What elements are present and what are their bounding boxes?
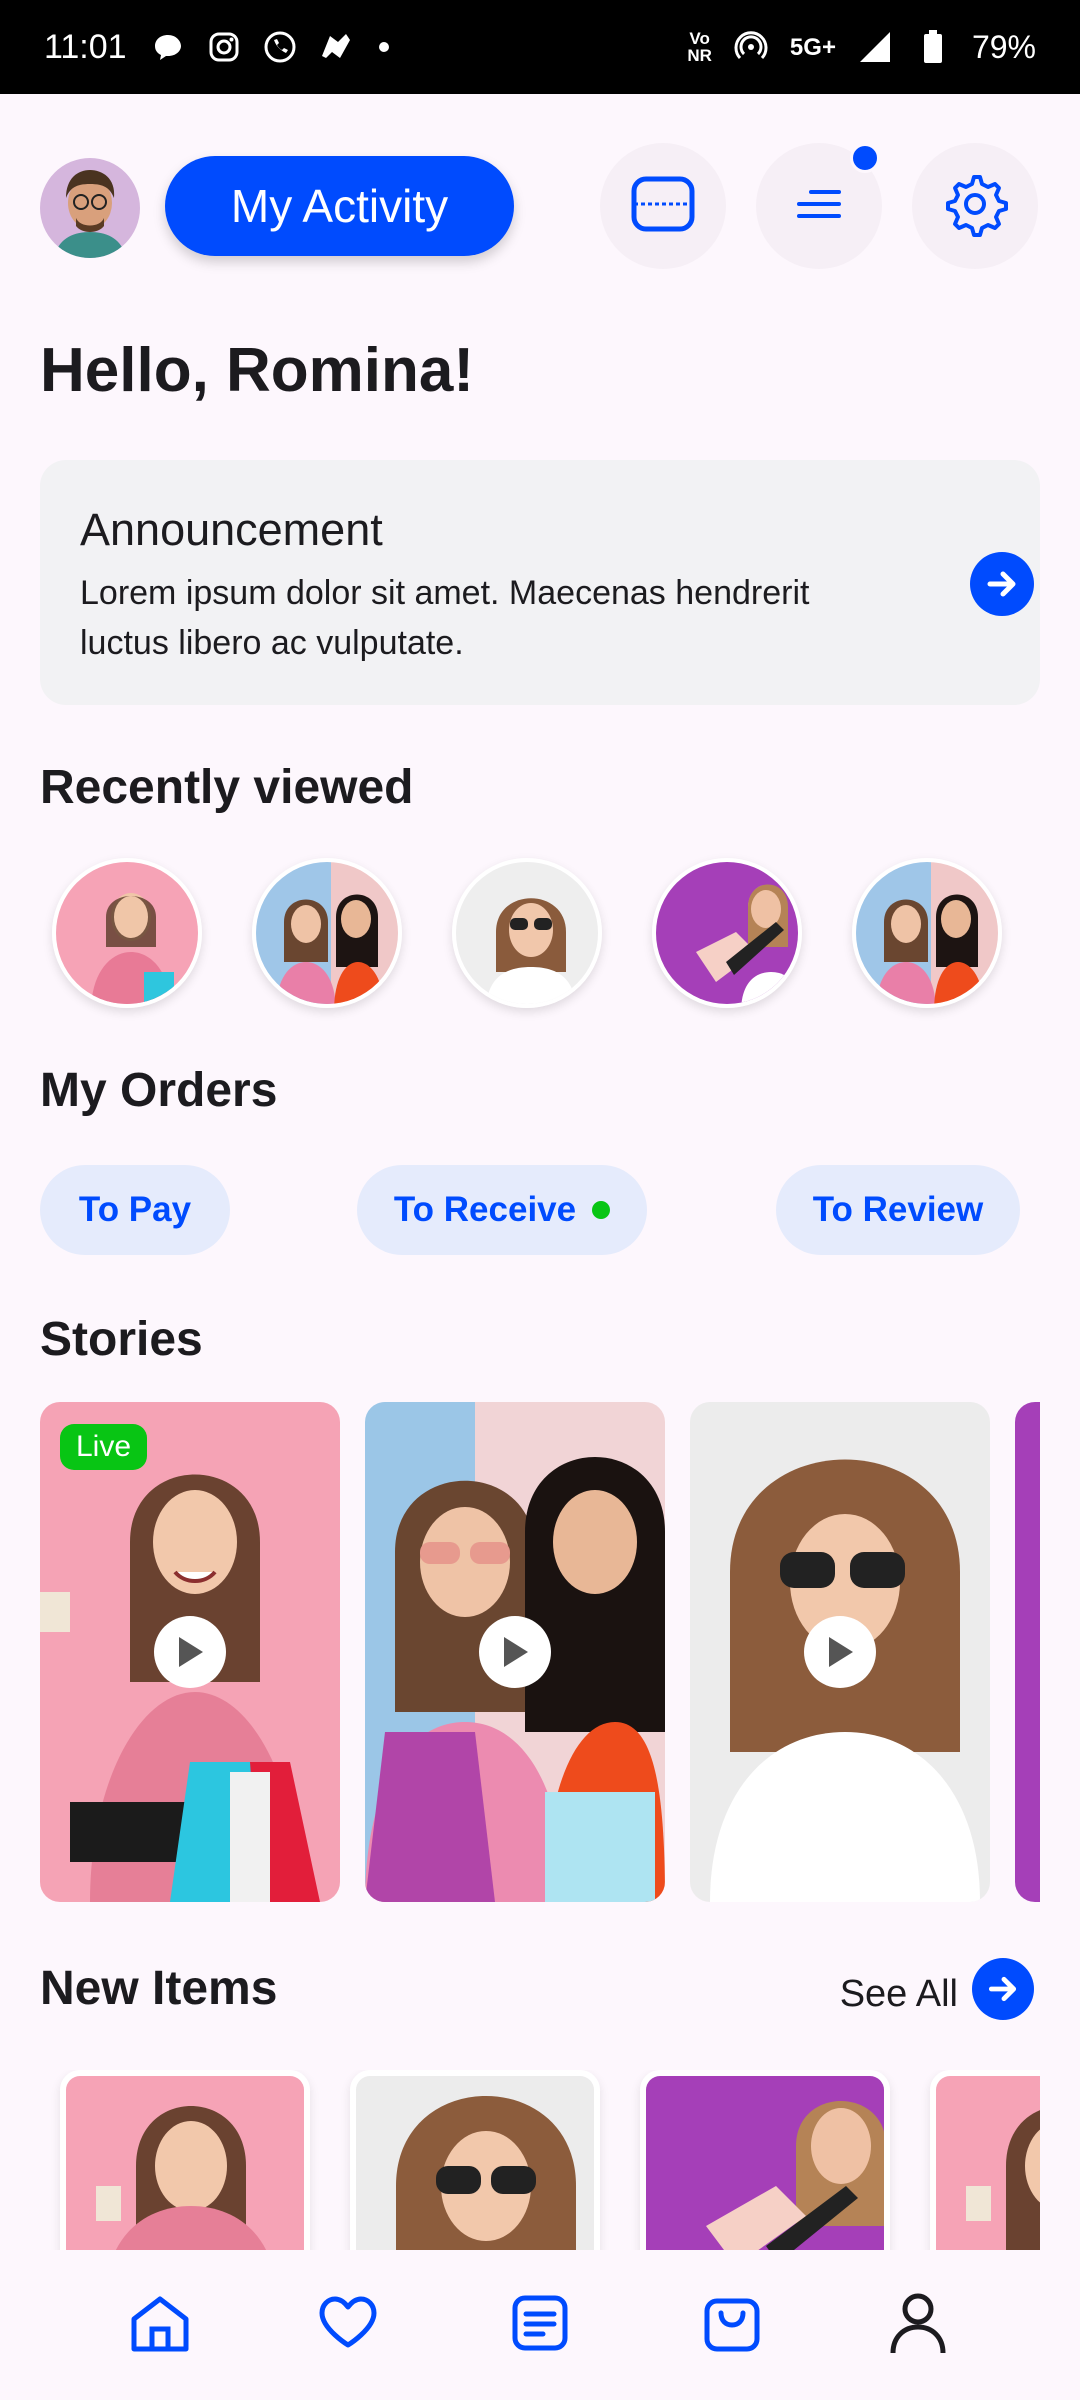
greeting-heading: Hello, Romina! <box>40 336 475 405</box>
new-item-card[interactable] <box>930 2070 1040 2250</box>
volte-indicator: Vo NR <box>687 29 712 65</box>
nav-profile[interactable] <box>828 2250 1080 2400</box>
play-icon[interactable] <box>154 1616 226 1688</box>
to-review-label: To Review <box>812 1190 984 1229</box>
avatar[interactable] <box>40 158 140 258</box>
more-notifications-dot <box>378 42 389 52</box>
story-card[interactable] <box>1015 1402 1040 1902</box>
to-pay-button[interactable]: To Pay <box>40 1165 230 1255</box>
nav-home[interactable] <box>0 2250 252 2400</box>
announcement-arrow-icon[interactable] <box>970 552 1034 621</box>
story-card[interactable] <box>365 1402 665 1902</box>
battery-icon <box>914 28 952 66</box>
document-icon <box>511 2294 569 2357</box>
stories-list: Live <box>40 1402 1040 1902</box>
menu-button[interactable] <box>756 143 882 269</box>
phone-globe-icon <box>261 28 299 66</box>
recent-item[interactable] <box>652 858 802 1008</box>
to-pay-label: To Pay <box>78 1190 192 1229</box>
status-dot <box>592 1201 611 1219</box>
play-icon[interactable] <box>479 1616 551 1688</box>
my-activity-button[interactable]: My Activity <box>165 156 514 256</box>
heart-icon <box>318 2295 378 2356</box>
announcement-card[interactable]: Announcement Lorem ipsum dolor sit amet.… <box>40 460 1040 705</box>
to-review-button[interactable]: To Review <box>776 1165 1020 1255</box>
battery-percent: 79% <box>971 28 1036 65</box>
story-card[interactable] <box>690 1402 990 1902</box>
story-card[interactable]: Live <box>40 1402 340 1902</box>
my-orders-title: My Orders <box>40 1064 278 1117</box>
chat-bubble-icon <box>149 28 187 66</box>
recently-viewed-list <box>52 858 1002 1008</box>
signal-icon <box>856 28 894 66</box>
status-bar: 11:01 Vo NR 5G+ 79% <box>0 0 1080 94</box>
play-icon[interactable] <box>804 1616 876 1688</box>
instagram-icon <box>205 28 243 66</box>
hotspot-icon <box>732 28 770 66</box>
recent-item[interactable] <box>52 858 202 1008</box>
live-badge: Live <box>60 1424 148 1470</box>
menu-lines-icon <box>795 188 843 225</box>
arrow-right-icon <box>972 1958 1034 2030</box>
see-all-button[interactable]: See All <box>840 1958 1034 2030</box>
new-item-card[interactable] <box>350 2070 600 2250</box>
to-receive-button[interactable]: To Receive <box>357 1165 647 1255</box>
person-icon <box>888 2291 948 2360</box>
network-type: 5G+ <box>789 33 836 61</box>
home-icon <box>128 2293 192 2358</box>
new-item-card[interactable] <box>60 2070 310 2250</box>
recent-item[interactable] <box>452 858 602 1008</box>
stories-title: Stories <box>40 1313 203 1366</box>
nav-orders[interactable] <box>444 2250 636 2400</box>
new-items-list <box>40 2070 1040 2250</box>
bag-icon <box>703 2293 761 2358</box>
to-receive-label: To Receive <box>393 1190 577 1229</box>
see-all-label: See All <box>839 1972 958 2015</box>
announcement-title: Announcement <box>80 504 383 555</box>
notification-dot <box>850 143 880 173</box>
recent-item[interactable] <box>252 858 402 1008</box>
announcement-text: Lorem ipsum dolor sit amet. Maecenas hen… <box>80 574 810 662</box>
nav-cart[interactable] <box>636 2250 828 2400</box>
settings-button[interactable] <box>912 143 1038 269</box>
bottom-navigation <box>0 2250 1080 2400</box>
new-items-title: New Items <box>40 1962 278 2015</box>
new-item-card[interactable] <box>640 2070 890 2250</box>
app-badge-icon <box>317 28 355 66</box>
status-time: 11:01 <box>44 27 127 66</box>
scan-button[interactable] <box>600 143 726 269</box>
recently-viewed-title: Recently viewed <box>40 761 414 814</box>
scan-icon <box>630 175 696 238</box>
nav-favorites[interactable] <box>252 2250 444 2400</box>
gear-icon <box>942 171 1008 242</box>
recent-item[interactable] <box>852 858 1002 1008</box>
